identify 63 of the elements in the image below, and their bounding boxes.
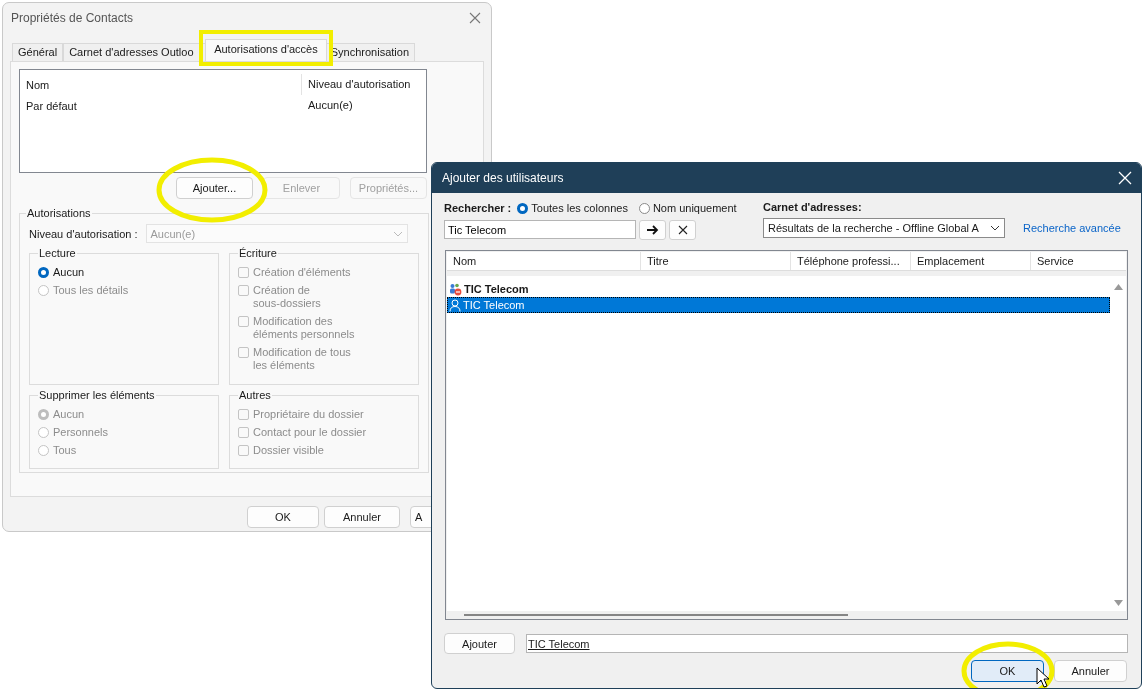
option-label: Modification de tous les éléments: [253, 346, 351, 372]
go-button[interactable]: [639, 220, 666, 240]
clear-button[interactable]: [669, 220, 696, 240]
option-label: Propriétaire du dossier: [253, 408, 364, 421]
option-label: Nom uniquement: [652, 201, 737, 215]
scroll-down-icon[interactable]: [1113, 600, 1123, 606]
option-label: Dossier visible: [253, 444, 324, 457]
option-label: Toutes les colonnes: [531, 201, 628, 215]
window-title: Ajouter des utilisateurs: [442, 171, 564, 185]
address-book-dropdown[interactable]: Résultats de la recherche - Offline Global A: [763, 218, 1005, 238]
table-cell-text: Par défaut: [25, 99, 78, 112]
option-label: Modification des éléments personnels: [253, 315, 355, 341]
list-row[interactable]: TIC Telecom: [447, 281, 1110, 297]
option-label: Personnels: [53, 426, 109, 439]
close-icon: [677, 225, 688, 235]
search-field[interactable]: Tic Telecom: [444, 220, 636, 239]
dialog-button[interactable]: OK: [247, 506, 319, 528]
option-label: Création de sous-dossiers: [253, 284, 321, 310]
group-title: Écriture: [238, 247, 278, 259]
window-title: Propriétés de Contacts: [11, 11, 134, 25]
group-title: Supprimer les éléments: [38, 389, 156, 401]
option-label: Tous les détails: [53, 284, 129, 297]
user-name: TIC Telecom: [464, 283, 529, 295]
scrollbar-thumb[interactable]: [464, 614, 848, 616]
field-label: Rechercher :: [444, 202, 512, 214]
option-label: Aucun: [53, 408, 85, 421]
tab[interactable]: Synchronisation: [324, 43, 416, 61]
recipients-field[interactable]: TIC Telecom: [526, 634, 1128, 653]
radio-button[interactable]: [517, 202, 529, 214]
group-title: Autorisations: [26, 207, 92, 219]
field-label: Carnet d'adresses:: [763, 201, 863, 213]
chevron-down-icon: [392, 230, 403, 237]
column-header[interactable]: Nom: [447, 252, 641, 270]
chevron-down-icon: [990, 225, 1000, 231]
table-cell-text: Aucun(e): [307, 98, 354, 113]
radio-button[interactable]: [638, 202, 650, 214]
tab[interactable]: Carnet d'adresses Outloo: [63, 43, 208, 61]
dialog-button[interactable]: OK: [971, 660, 1044, 682]
column-header[interactable]: Service: [1031, 252, 1111, 270]
dialog-button[interactable]: Annuler: [324, 506, 400, 528]
column-header[interactable]: Emplacement: [911, 252, 1031, 270]
field-label: Niveau d'autorisation :: [29, 227, 138, 240]
list-button[interactable]: Ajouter...: [176, 177, 253, 199]
group-title: Lecture: [38, 247, 77, 259]
tab[interactable]: Général: [12, 43, 64, 61]
column-header[interactable]: Nom: [20, 78, 301, 91]
advanced-search-link[interactable]: Recherche avancée: [1023, 222, 1121, 234]
scroll-up-icon[interactable]: [1113, 284, 1123, 290]
option-label: Aucun: [53, 266, 85, 279]
column-header[interactable]: Titre: [641, 252, 791, 270]
group-title: Autres: [238, 389, 272, 401]
option-label: Création d'éléments: [253, 266, 351, 279]
option-label: Contact pour le dossier: [253, 426, 367, 439]
mouse-pointer-icon: [1036, 667, 1050, 688]
arrow-right-icon: [646, 225, 659, 235]
list-row[interactable]: TIC Telecom: [447, 297, 1110, 313]
dialog-button[interactable]: Annuler: [1054, 660, 1127, 682]
user-name: TIC Telecom: [463, 299, 525, 311]
tab[interactable]: Autorisations d'accès: [205, 39, 327, 61]
column-header[interactable]: Téléphone professi...: [791, 252, 911, 270]
add-button[interactable]: Ajouter: [444, 633, 515, 654]
option-label: Tous: [53, 444, 77, 457]
column-header[interactable]: Niveau d'autorisation: [301, 74, 426, 95]
